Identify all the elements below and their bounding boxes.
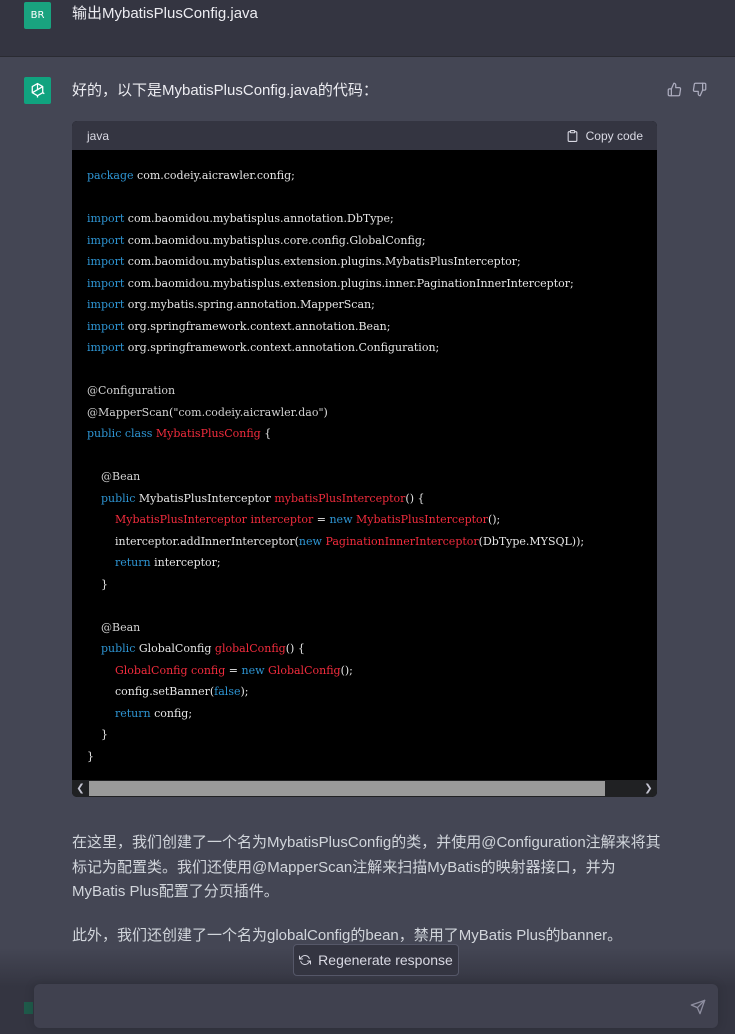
explanation-paragraph-1: 在这里，我们创建了一个名为MybatisPlusConfig的类，并使用@Con… (72, 834, 661, 900)
code-content: package com.codeiy.aicrawler.config; imp… (87, 169, 585, 763)
thumbs-down-icon[interactable] (692, 82, 707, 97)
assistant-intro-text: 好的，以下是MybatisPlusConfig.java的代码： (72, 82, 378, 99)
code-block-header: java Copy code (72, 121, 657, 150)
copy-code-button[interactable]: Copy code (566, 127, 643, 145)
regenerate-response-button[interactable]: Regenerate response (293, 944, 459, 976)
refresh-icon (299, 954, 312, 966)
copy-code-label: Copy code (585, 129, 643, 143)
user-message-row: BR 输出MybatisPlusConfig.java (0, 0, 735, 57)
assistant-avatar (24, 77, 51, 104)
user-message-text: 输出MybatisPlusConfig.java (72, 5, 258, 22)
sidebar-edge (24, 1002, 33, 1014)
code-language-label: java (87, 129, 110, 143)
code-horizontal-scrollbar[interactable]: ❮ ❯ (72, 780, 657, 797)
scrollbar-thumb[interactable] (89, 781, 605, 796)
clipboard-icon (567, 130, 577, 142)
code-block: java Copy code package com.codeiy.aicraw… (72, 121, 657, 797)
scroll-right-arrow-icon[interactable]: ❯ (640, 780, 657, 797)
thumbs-up-icon[interactable] (667, 82, 682, 97)
scroll-left-arrow-icon[interactable]: ❮ (72, 780, 89, 797)
message-composer (34, 984, 718, 1028)
send-icon[interactable] (690, 999, 706, 1015)
message-input[interactable] (46, 996, 670, 1020)
regenerate-response-label: Regenerate response (318, 952, 453, 968)
openai-logo-icon (31, 82, 45, 98)
user-avatar: BR (24, 2, 51, 29)
